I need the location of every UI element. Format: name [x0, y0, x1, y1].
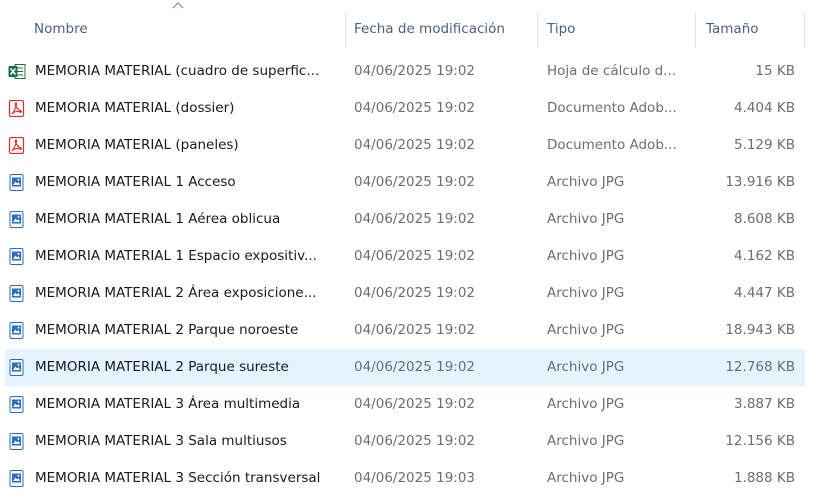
file-size: 4.404 KB — [733, 100, 795, 116]
file-modified-date: 04/06/2025 19:02 — [354, 137, 476, 153]
jpg-file-icon — [8, 248, 26, 265]
jpg-file-icon — [8, 211, 26, 228]
file-size: 12.156 KB — [725, 433, 795, 449]
file-size: 18.943 KB — [725, 322, 795, 338]
file-size: 12.768 KB — [725, 359, 795, 375]
file-size: 4.162 KB — [733, 248, 795, 264]
file-type: Archivo JPG — [547, 396, 625, 412]
column-header-date[interactable]: Fecha de modificación — [354, 0, 505, 48]
file-type: Documento Adob... — [547, 100, 677, 116]
column-header-name[interactable]: Nombre — [34, 0, 88, 48]
file-row[interactable]: MEMORIA MATERIAL 3 Sección transversal 04… — [5, 460, 805, 497]
file-modified-date: 04/06/2025 19:02 — [354, 248, 476, 264]
file-size: 3.887 KB — [733, 396, 795, 412]
file-row[interactable]: MEMORIA MATERIAL 2 Parque sureste 04/06/2… — [5, 349, 805, 386]
file-name: MEMORIA MATERIAL (paneles) — [35, 137, 239, 153]
file-name: MEMORIA MATERIAL 2 Parque noroeste — [35, 322, 299, 338]
file-row[interactable]: MEMORIA MATERIAL 2 Parque noroeste 04/06/… — [5, 312, 805, 349]
column-divider[interactable] — [537, 12, 538, 48]
column-header-bar: Nombre Fecha de modificación Tipo Tamaño — [0, 0, 838, 48]
file-list: MEMORIA MATERIAL (cuadro de superfic... 0… — [0, 53, 838, 497]
file-name: MEMORIA MATERIAL 1 Espacio expositiv... — [35, 248, 317, 264]
file-modified-date: 04/06/2025 19:02 — [354, 359, 476, 375]
file-modified-date: 04/06/2025 19:02 — [354, 100, 476, 116]
file-size: 13.916 KB — [725, 174, 795, 190]
file-row[interactable]: MEMORIA MATERIAL 3 Sala multiusos 04/06/2… — [5, 423, 805, 460]
pdf-file-icon — [8, 99, 26, 118]
file-type: Archivo JPG — [547, 211, 625, 227]
file-type: Archivo JPG — [547, 174, 625, 190]
file-row[interactable]: MEMORIA MATERIAL 2 Área exposicione... 04… — [5, 275, 805, 312]
file-type: Archivo JPG — [547, 359, 625, 375]
file-row[interactable]: MEMORIA MATERIAL 1 Aérea oblicua 04/06/20… — [5, 201, 805, 238]
file-name: MEMORIA MATERIAL 3 Área multimedia — [35, 396, 301, 412]
sort-ascending-icon[interactable] — [172, 0, 184, 10]
file-name: MEMORIA MATERIAL 1 Aérea oblicua — [35, 211, 281, 227]
file-size: 5.129 KB — [733, 137, 795, 153]
jpg-file-icon — [8, 285, 26, 302]
jpg-file-icon — [8, 470, 26, 487]
file-size: 1.888 KB — [733, 470, 795, 486]
jpg-file-icon — [8, 322, 26, 339]
file-name: MEMORIA MATERIAL (cuadro de superfic... — [35, 63, 320, 79]
jpg-file-icon — [8, 359, 26, 376]
file-row[interactable]: MEMORIA MATERIAL (cuadro de superfic... 0… — [5, 53, 805, 90]
file-type: Hoja de cálculo d... — [547, 63, 677, 79]
column-header-type[interactable]: Tipo — [547, 0, 575, 48]
excel-file-icon — [8, 63, 26, 80]
file-type: Archivo JPG — [547, 248, 625, 264]
column-divider[interactable] — [695, 12, 696, 48]
file-modified-date: 04/06/2025 19:03 — [354, 470, 476, 486]
file-type: Documento Adob... — [547, 137, 677, 153]
column-divider[interactable] — [804, 12, 805, 48]
jpg-file-icon — [8, 433, 26, 450]
file-row[interactable]: MEMORIA MATERIAL 1 Espacio expositiv... 0… — [5, 238, 805, 275]
file-name: MEMORIA MATERIAL 2 Área exposicione... — [35, 285, 317, 301]
file-type: Archivo JPG — [547, 433, 625, 449]
file-modified-date: 04/06/2025 19:02 — [354, 322, 476, 338]
column-divider[interactable] — [345, 12, 346, 48]
jpg-file-icon — [8, 174, 26, 191]
file-modified-date: 04/06/2025 19:02 — [354, 63, 476, 79]
jpg-file-icon — [8, 396, 26, 413]
file-name: MEMORIA MATERIAL 3 Sala multiusos — [35, 433, 287, 449]
column-header-size[interactable]: Tamaño — [706, 0, 759, 48]
file-size: 4.447 KB — [733, 285, 795, 301]
file-modified-date: 04/06/2025 19:02 — [354, 211, 476, 227]
file-modified-date: 04/06/2025 19:02 — [354, 285, 476, 301]
file-name: MEMORIA MATERIAL 3 Sección transversal — [35, 470, 321, 486]
file-row[interactable]: MEMORIA MATERIAL 1 Acceso 04/06/2025 19:0… — [5, 164, 805, 201]
file-modified-date: 04/06/2025 19:02 — [354, 174, 476, 190]
file-name: MEMORIA MATERIAL 2 Parque sureste — [35, 359, 289, 375]
file-row[interactable]: MEMORIA MATERIAL (paneles) 04/06/2025 19:… — [5, 127, 805, 164]
file-size: 8.608 KB — [733, 211, 795, 227]
file-name: MEMORIA MATERIAL (dossier) — [35, 100, 235, 116]
file-modified-date: 04/06/2025 19:02 — [354, 396, 476, 412]
file-name: MEMORIA MATERIAL 1 Acceso — [35, 174, 236, 190]
file-type: Archivo JPG — [547, 470, 625, 486]
file-row[interactable]: MEMORIA MATERIAL (dossier) 04/06/2025 19:… — [5, 90, 805, 127]
file-row[interactable]: MEMORIA MATERIAL 3 Área multimedia 04/06/… — [5, 386, 805, 423]
file-type: Archivo JPG — [547, 322, 625, 338]
file-type: Archivo JPG — [547, 285, 625, 301]
pdf-file-icon — [8, 136, 26, 155]
file-size: 15 KB — [755, 63, 795, 79]
file-modified-date: 04/06/2025 19:02 — [354, 433, 476, 449]
